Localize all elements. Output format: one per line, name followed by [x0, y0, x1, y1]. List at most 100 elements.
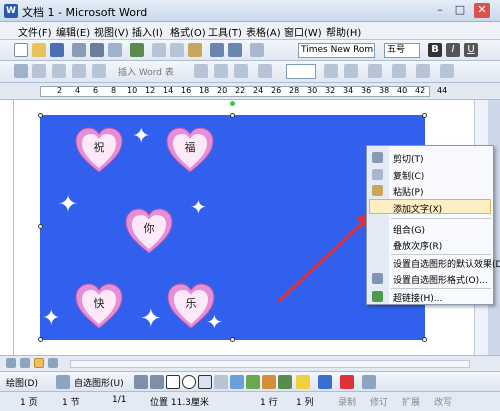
selection-handle[interactable]: [422, 113, 427, 118]
permission-icon[interactable]: [72, 43, 86, 57]
font-size-select[interactable]: 五号: [384, 43, 420, 58]
heart-shape[interactable]: 福: [165, 126, 215, 174]
selection-handle[interactable]: [38, 113, 43, 118]
next-record-icon[interactable]: [324, 64, 338, 78]
spelling-icon[interactable]: [130, 43, 144, 57]
menu-item-hyperlink[interactable]: 超链接(H)...: [393, 291, 442, 304]
horizontal-scrollbar[interactable]: [70, 360, 470, 368]
menu-insert[interactable]: 插入(I): [132, 24, 163, 39]
menu-item-format-shape[interactable]: 设置自选图形格式(O)...: [393, 273, 488, 286]
menu-format[interactable]: 格式(O): [170, 24, 206, 39]
outline-view-icon[interactable]: [48, 358, 58, 368]
maximize-button[interactable]: □: [452, 3, 468, 18]
menu-item-copy[interactable]: 复制(C): [393, 169, 424, 182]
new-icon[interactable]: [14, 43, 28, 57]
copy-icon[interactable]: [170, 43, 184, 57]
line-color-icon[interactable]: [318, 375, 332, 389]
toolbar-icon-1[interactable]: [14, 64, 28, 78]
star-shape[interactable]: ✦: [42, 306, 60, 331]
heart-shape[interactable]: 快: [74, 282, 124, 330]
toolbar-icon-6[interactable]: [194, 64, 208, 78]
first-record-icon[interactable]: [258, 64, 272, 78]
font-color-icon[interactable]: [340, 375, 354, 389]
toolbar-icon-5[interactable]: [92, 64, 106, 78]
font-select[interactable]: Times New Roman: [298, 43, 375, 58]
star-shape[interactable]: ✦: [132, 124, 150, 149]
menu-item-set-default[interactable]: 设置自选图形的默认效果(D): [393, 257, 500, 270]
menu-view[interactable]: 视图(V): [94, 24, 129, 39]
toolbar-icon-8[interactable]: [234, 64, 248, 78]
picture-icon[interactable]: [278, 375, 292, 389]
draw-menu[interactable]: 绘图(D): [6, 376, 38, 389]
diagram-icon[interactable]: [246, 375, 260, 389]
status-extend[interactable]: 扩展: [402, 395, 420, 408]
status-record[interactable]: 录制: [338, 395, 356, 408]
record-field[interactable]: [286, 64, 316, 79]
arrow-icon[interactable]: [150, 375, 164, 389]
star-shape[interactable]: ✦: [140, 304, 162, 334]
normal-view-icon[interactable]: [6, 358, 16, 368]
rectangle-icon[interactable]: [166, 375, 180, 389]
star-shape[interactable]: ✦: [206, 310, 223, 334]
heart-shape[interactable]: 你: [124, 207, 174, 255]
table-icon[interactable]: [250, 43, 264, 57]
toolbar-icon-9[interactable]: [368, 64, 382, 78]
print-icon[interactable]: [90, 43, 104, 57]
print-layout-icon[interactable]: [34, 358, 44, 368]
toolbar-icon-3[interactable]: [52, 64, 66, 78]
paste-icon[interactable]: [188, 43, 202, 57]
toolbar-icon-2[interactable]: [32, 64, 46, 78]
star-shape[interactable]: ✦: [190, 195, 207, 219]
selection-handle[interactable]: [38, 337, 43, 342]
menu-item-cut[interactable]: 剪切(T): [393, 152, 424, 165]
menu-table[interactable]: 表格(A): [246, 24, 281, 39]
star-shape[interactable]: ✦: [58, 190, 78, 218]
autoshape-menu[interactable]: 自选图形(U): [74, 376, 124, 389]
insert-word-field-label[interactable]: 插入 Word 表: [118, 65, 174, 78]
line-style-icon[interactable]: [362, 375, 376, 389]
menu-file[interactable]: 文件(F): [18, 24, 52, 39]
menu-item-add-text[interactable]: 添加文字(X): [393, 202, 442, 215]
last-record-icon[interactable]: [344, 64, 358, 78]
bold-icon[interactable]: B: [428, 43, 442, 57]
toolbar-icon-4[interactable]: [72, 64, 86, 78]
redo-icon[interactable]: [228, 43, 242, 57]
selection-handle[interactable]: [230, 113, 235, 118]
line-icon[interactable]: [134, 375, 148, 389]
horizontal-ruler[interactable]: 2 4 6 8 10 12 14 16 18 20 22 24 26 28 30…: [0, 83, 500, 100]
heart-shape[interactable]: 祝: [74, 126, 124, 174]
close-button[interactable]: ✕: [474, 3, 490, 18]
vertical-textbox-icon[interactable]: [214, 375, 228, 389]
toolbar-icon-12[interactable]: [440, 64, 454, 78]
menu-item-order[interactable]: 叠放次序(R): [393, 239, 442, 252]
selection-handle[interactable]: [230, 337, 235, 342]
toolbar-icon-11[interactable]: [416, 64, 430, 78]
menu-edit[interactable]: 编辑(E): [56, 24, 90, 39]
menu-item-paste[interactable]: 粘贴(P): [393, 185, 423, 198]
cut-icon[interactable]: [152, 43, 166, 57]
clipart-icon[interactable]: [262, 375, 276, 389]
save-icon[interactable]: [50, 43, 64, 57]
minimize-button[interactable]: –: [432, 3, 448, 18]
toolbar-icon-7[interactable]: [214, 64, 228, 78]
preview-icon[interactable]: [108, 43, 122, 57]
menu-help[interactable]: 帮助(H): [326, 24, 361, 39]
menu-item-group[interactable]: 组合(G): [393, 223, 425, 236]
selection-handle[interactable]: [422, 337, 427, 342]
selection-handle[interactable]: [38, 224, 43, 229]
status-overwrite[interactable]: 改写: [434, 395, 452, 408]
underline-icon[interactable]: U: [464, 43, 478, 57]
fill-color-icon[interactable]: [296, 375, 310, 389]
textbox-icon[interactable]: [198, 375, 212, 389]
rotation-handle[interactable]: [230, 101, 235, 106]
select-objects-icon[interactable]: [56, 375, 70, 389]
web-view-icon[interactable]: [20, 358, 30, 368]
status-track[interactable]: 修订: [370, 395, 388, 408]
oval-icon[interactable]: [182, 375, 196, 389]
wordart-icon[interactable]: [230, 375, 244, 389]
menu-tools[interactable]: 工具(T): [208, 24, 242, 39]
undo-icon[interactable]: [210, 43, 224, 57]
italic-icon[interactable]: I: [446, 43, 460, 57]
open-icon[interactable]: [32, 43, 46, 57]
toolbar-icon-10[interactable]: [392, 64, 406, 78]
